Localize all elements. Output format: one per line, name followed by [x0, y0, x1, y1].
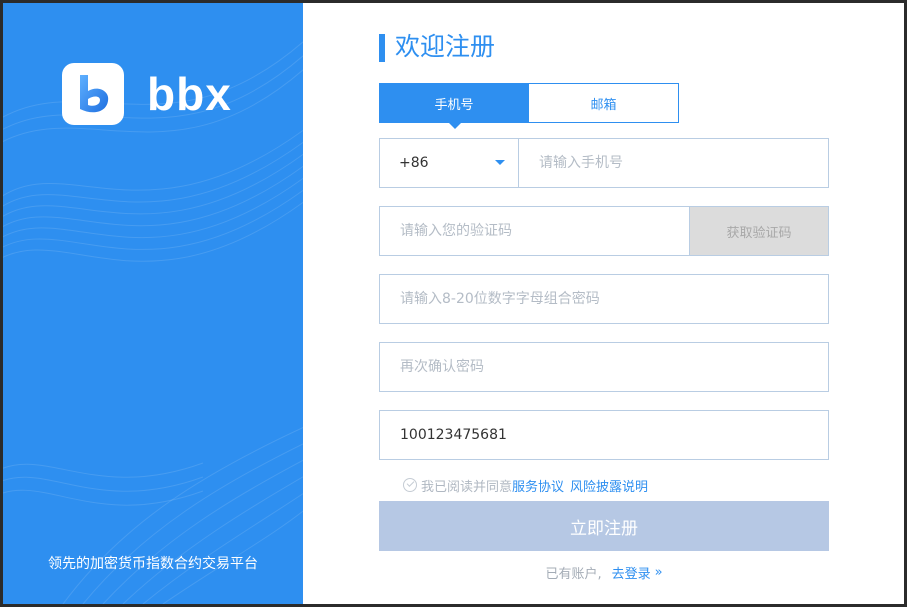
active-tab-pointer — [448, 122, 462, 129]
confirm-password-field — [379, 342, 829, 392]
password-input[interactable] — [380, 275, 828, 323]
verification-code-field: 获取验证码 — [379, 206, 829, 256]
login-row: 已有账户, 去登录 » — [379, 561, 829, 583]
agree-checkbox[interactable] — [403, 478, 417, 492]
brand-name: bbx — [147, 68, 232, 120]
password-field — [379, 274, 829, 324]
phone-input[interactable] — [519, 139, 904, 187]
title-accent-bar — [379, 34, 385, 62]
risk-disclosure-link[interactable]: 风险披露说明 — [570, 476, 648, 495]
phone-field: +86 — [379, 138, 904, 188]
brand-slogan: 领先的加密货币指数合约交易平台 — [48, 556, 258, 572]
country-code-select[interactable]: +86 — [380, 139, 519, 187]
get-code-button[interactable]: 获取验证码 — [689, 207, 828, 255]
tab-phone[interactable]: 手机号 — [379, 83, 529, 123]
double-chevron-right-icon: » — [654, 564, 663, 580]
tab-email[interactable]: 邮箱 — [529, 83, 679, 123]
brand-panel: bbx 领先的加密货币指数合约交易平台 — [3, 3, 303, 604]
register-button[interactable]: 立即注册 — [379, 501, 829, 551]
page-title: 欢迎注册 — [395, 32, 496, 61]
confirm-password-input[interactable] — [380, 343, 828, 391]
login-prompt: 已有账户, — [545, 566, 602, 582]
chevron-down-icon — [495, 160, 505, 165]
login-link[interactable]: 去登录 — [612, 563, 651, 582]
agreement-row: 我已阅读并同意 服务协议 风险披露说明 — [403, 475, 648, 495]
bbx-logo-icon — [62, 63, 124, 125]
service-agreement-link[interactable]: 服务协议 — [512, 476, 564, 495]
register-tabs: 手机号 邮箱 — [379, 83, 679, 129]
country-code-value: +86 — [399, 155, 429, 171]
invite-code-field — [379, 410, 829, 460]
app-window: bbx 领先的加密货币指数合约交易平台 欢迎注册 手机号 邮箱 +86 获取验证… — [3, 3, 904, 604]
agree-prefix: 我已阅读并同意 — [421, 479, 513, 495]
invite-code-input[interactable] — [380, 411, 828, 459]
